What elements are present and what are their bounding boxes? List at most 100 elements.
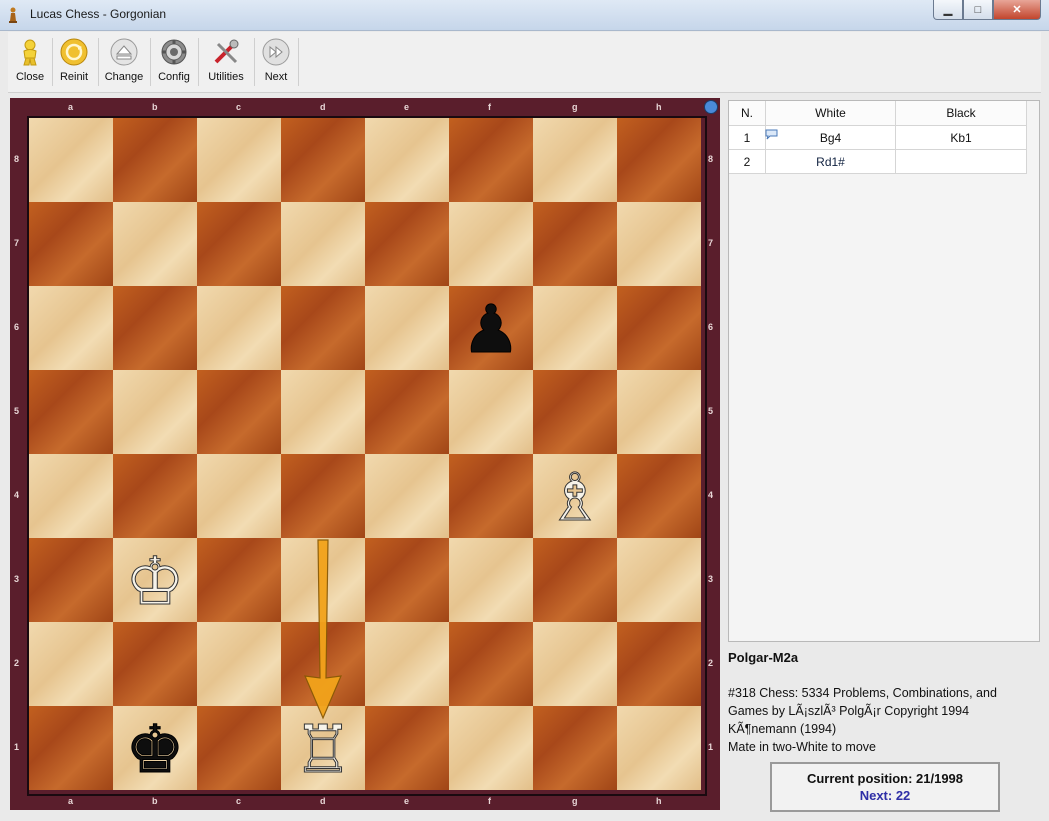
square-g8[interactable] [533,118,617,202]
black-header[interactable]: Black [895,101,1027,126]
square-c1[interactable] [197,706,281,790]
square-c6[interactable] [197,286,281,370]
square-g7[interactable] [533,202,617,286]
move-row: 2 Rd1# [729,149,1027,174]
toolbar-separator [98,38,99,86]
white-king-piece[interactable]: ♔ [113,538,197,622]
white-bishop-piece[interactable]: ♗ [533,454,617,538]
next-position-link[interactable]: Next: 22 [772,788,998,803]
square-a4[interactable] [29,454,113,538]
square-e6[interactable] [365,286,449,370]
square-g2[interactable] [533,622,617,706]
square-f4[interactable] [449,454,533,538]
square-b5[interactable] [113,370,197,454]
rank-label: 6 [708,322,714,332]
square-h3[interactable] [617,538,701,622]
black-move-cell[interactable] [895,149,1027,174]
square-h4[interactable] [617,454,701,538]
square-d5[interactable] [281,370,365,454]
file-label: d [320,102,326,112]
square-c4[interactable] [197,454,281,538]
config-button[interactable]: Config [154,36,194,88]
maximize-button[interactable]: □ [963,0,993,20]
square-b7[interactable] [113,202,197,286]
square-b4[interactable] [113,454,197,538]
minimize-button[interactable]: ▁ [933,0,963,20]
square-d4[interactable] [281,454,365,538]
square-h1[interactable] [617,706,701,790]
chess-board[interactable]: ♟ ♗ ♔ ♖ ♚ [27,116,707,796]
white-move-cell-selected[interactable]: Rd1# [765,149,896,174]
close-button[interactable]: Close [12,36,48,88]
square-g1[interactable] [533,706,617,790]
square-a2[interactable] [29,622,113,706]
square-b8[interactable] [113,118,197,202]
square-d2[interactable] [281,622,365,706]
square-h6[interactable] [617,286,701,370]
square-h2[interactable] [617,622,701,706]
square-c2[interactable] [197,622,281,706]
rank-label: 6 [14,322,20,332]
rank-label: 2 [708,658,714,668]
num-header[interactable]: N. [729,101,766,126]
file-label: c [236,102,242,112]
utilities-button[interactable]: Utilities [202,36,250,88]
square-f1[interactable] [449,706,533,790]
square-g6[interactable] [533,286,617,370]
square-e3[interactable] [365,538,449,622]
square-c8[interactable] [197,118,281,202]
square-b6[interactable] [113,286,197,370]
white-header[interactable]: White [765,101,896,126]
rank-label: 4 [708,490,714,500]
square-a5[interactable] [29,370,113,454]
square-b2[interactable] [113,622,197,706]
square-c7[interactable] [197,202,281,286]
title-bar: Lucas Chess - Gorgonian ▁ □ ✕ [0,0,1049,31]
comment-icon[interactable] [765,129,778,140]
change-button[interactable]: Change [102,36,146,88]
close-window-button[interactable]: ✕ [993,0,1041,20]
square-a1[interactable] [29,706,113,790]
svg-text:♖: ♖ [293,711,352,788]
black-king-piece[interactable]: ♚ [113,706,197,790]
square-d7[interactable] [281,202,365,286]
move-number: 2 [729,149,766,174]
square-e8[interactable] [365,118,449,202]
file-label: b [152,102,158,112]
file-label: a [68,796,74,806]
black-pawn-piece[interactable]: ♟ [449,286,533,370]
black-move-cell[interactable]: Kb1 [895,125,1027,150]
square-a3[interactable] [29,538,113,622]
square-f8[interactable] [449,118,533,202]
square-e7[interactable] [365,202,449,286]
game-title: Polgar-M2a [728,650,799,665]
square-e4[interactable] [365,454,449,538]
square-d8[interactable] [281,118,365,202]
square-c3[interactable] [197,538,281,622]
move-list-panel: N. White Black 1 Bg4 Kb1 2 Rd1# [728,100,1040,642]
square-h8[interactable] [617,118,701,202]
square-e5[interactable] [365,370,449,454]
square-e2[interactable] [365,622,449,706]
white-rook-piece[interactable]: ♖ [281,706,365,790]
square-f7[interactable] [449,202,533,286]
square-a6[interactable] [29,286,113,370]
square-d6[interactable] [281,286,365,370]
square-c5[interactable] [197,370,281,454]
reinit-button[interactable]: Reinit [54,36,94,88]
square-d3[interactable] [281,538,365,622]
square-f2[interactable] [449,622,533,706]
square-h7[interactable] [617,202,701,286]
white-move-cell[interactable]: Bg4 [765,125,896,150]
square-g5[interactable] [533,370,617,454]
square-e1[interactable] [365,706,449,790]
square-f5[interactable] [449,370,533,454]
side-to-move-indicator [704,100,718,114]
square-h5[interactable] [617,370,701,454]
svg-text:♔: ♔ [125,543,184,620]
next-button[interactable]: Next [258,36,294,88]
square-a8[interactable] [29,118,113,202]
square-a7[interactable] [29,202,113,286]
square-g3[interactable] [533,538,617,622]
square-f3[interactable] [449,538,533,622]
